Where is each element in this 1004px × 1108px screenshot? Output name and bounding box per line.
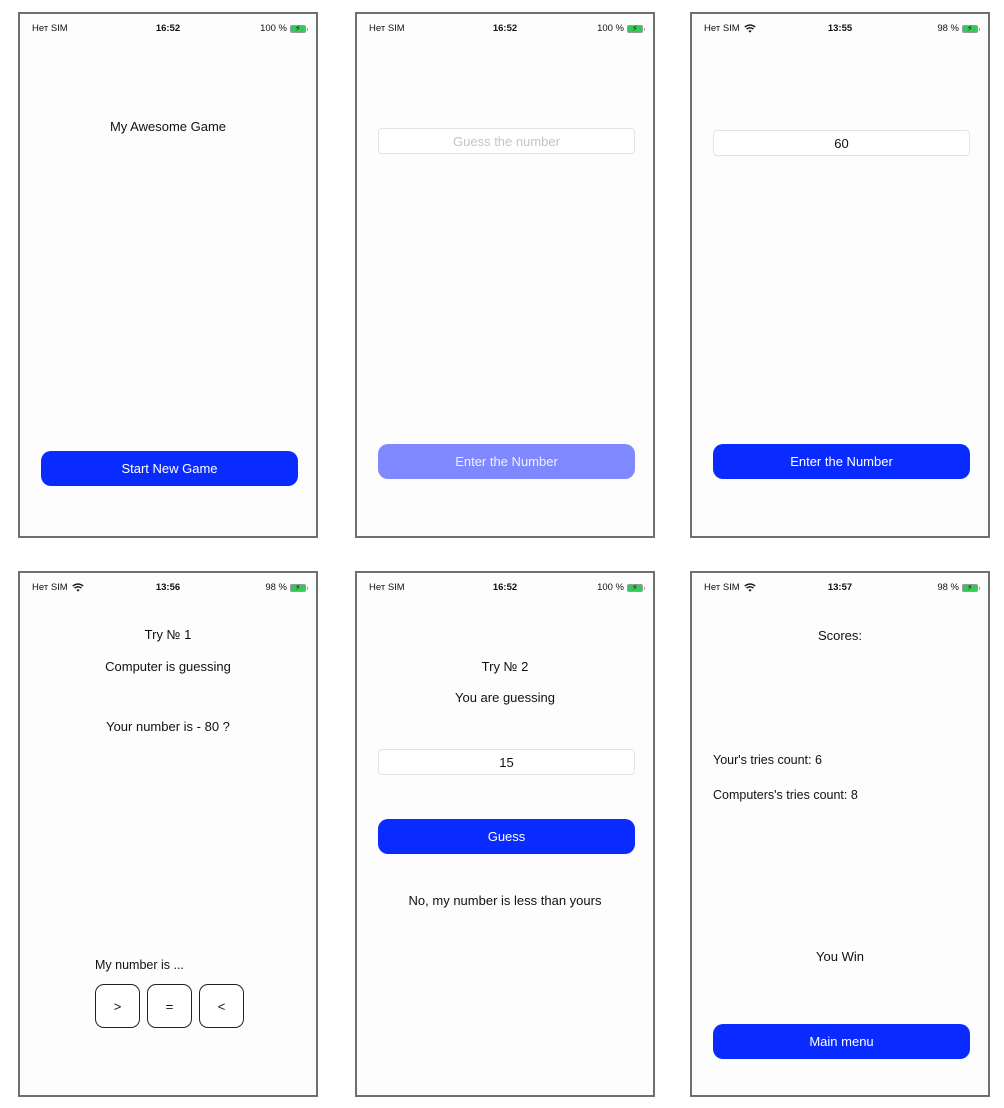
game-title: My Awesome Game bbox=[109, 119, 227, 134]
number-input[interactable]: Guess the number bbox=[378, 128, 635, 154]
enter-number-button[interactable]: Enter the Number bbox=[713, 444, 970, 479]
status-bar: Нет SIM 16:52 100 % ⚡ bbox=[20, 23, 316, 37]
start-new-game-button[interactable]: Start New Game bbox=[41, 451, 298, 486]
computer-guess-question: Your number is - 80 ? bbox=[106, 719, 230, 734]
guess-input[interactable]: 15 bbox=[378, 749, 635, 775]
screen-scores: Нет SIM 13:57 98 % ⚡ Scores: Your's tries… bbox=[690, 571, 990, 1097]
battery-charging-icon: ⚡ bbox=[962, 24, 980, 33]
your-tries-count: Your's tries count: 6 bbox=[713, 753, 822, 767]
screen-player-guessing: Нет SIM 16:52 100 % ⚡ Try № 2 You are gue… bbox=[355, 571, 655, 1097]
battery-percent: 98 % bbox=[937, 23, 959, 34]
scores-title: Scores: bbox=[817, 628, 863, 643]
equal-button[interactable]: = bbox=[147, 984, 192, 1028]
status-bar: Нет SIM 13:56 98 % ⚡ bbox=[20, 582, 316, 596]
screen-start-menu: Нет SIM 16:52 100 % ⚡ My Awesome Game Sta… bbox=[18, 12, 318, 538]
battery-percent: 100 % bbox=[597, 582, 624, 593]
battery-charging-icon: ⚡ bbox=[627, 24, 645, 33]
battery-percent: 100 % bbox=[597, 23, 624, 34]
computer-tries-count: Computers's tries count: 8 bbox=[713, 788, 858, 802]
try-label: Try № 1 bbox=[144, 627, 192, 642]
screen-computer-guessing: Нет SIM 13:56 98 % ⚡ Try № 1 Computer is … bbox=[18, 571, 318, 1097]
screen-enter-number-empty: Нет SIM 16:52 100 % ⚡ Guess the number En… bbox=[355, 12, 655, 538]
my-number-prompt: My number is ... bbox=[95, 958, 184, 972]
status-bar: Нет SIM 16:52 100 % ⚡ bbox=[357, 582, 653, 596]
battery-percent: 98 % bbox=[937, 582, 959, 593]
mode-label: Computer is guessing bbox=[105, 659, 231, 674]
battery-charging-icon: ⚡ bbox=[290, 24, 308, 33]
try-label: Try № 2 bbox=[481, 659, 529, 674]
main-menu-button[interactable]: Main menu bbox=[713, 1024, 970, 1059]
enter-number-button[interactable]: Enter the Number bbox=[378, 444, 635, 479]
hint-label: No, my number is less than yours bbox=[408, 893, 602, 908]
status-bar: Нет SIM 13:57 98 % ⚡ bbox=[692, 582, 988, 596]
result-label: You Win bbox=[816, 949, 864, 964]
battery-percent: 100 % bbox=[260, 23, 287, 34]
guess-button[interactable]: Guess bbox=[378, 819, 635, 854]
less-button[interactable]: < bbox=[199, 984, 244, 1028]
battery-percent: 98 % bbox=[265, 582, 287, 593]
number-input[interactable]: 60 bbox=[713, 130, 970, 156]
battery-charging-icon: ⚡ bbox=[290, 583, 308, 592]
screen-enter-number-filled: Нет SIM 13:55 98 % ⚡ 60 Enter the Number bbox=[690, 12, 990, 538]
battery-charging-icon: ⚡ bbox=[962, 583, 980, 592]
battery-charging-icon: ⚡ bbox=[627, 583, 645, 592]
status-bar: Нет SIM 16:52 100 % ⚡ bbox=[357, 23, 653, 37]
greater-button[interactable]: > bbox=[95, 984, 140, 1028]
mode-label: You are guessing bbox=[455, 690, 555, 705]
status-bar: Нет SIM 13:55 98 % ⚡ bbox=[692, 23, 988, 37]
